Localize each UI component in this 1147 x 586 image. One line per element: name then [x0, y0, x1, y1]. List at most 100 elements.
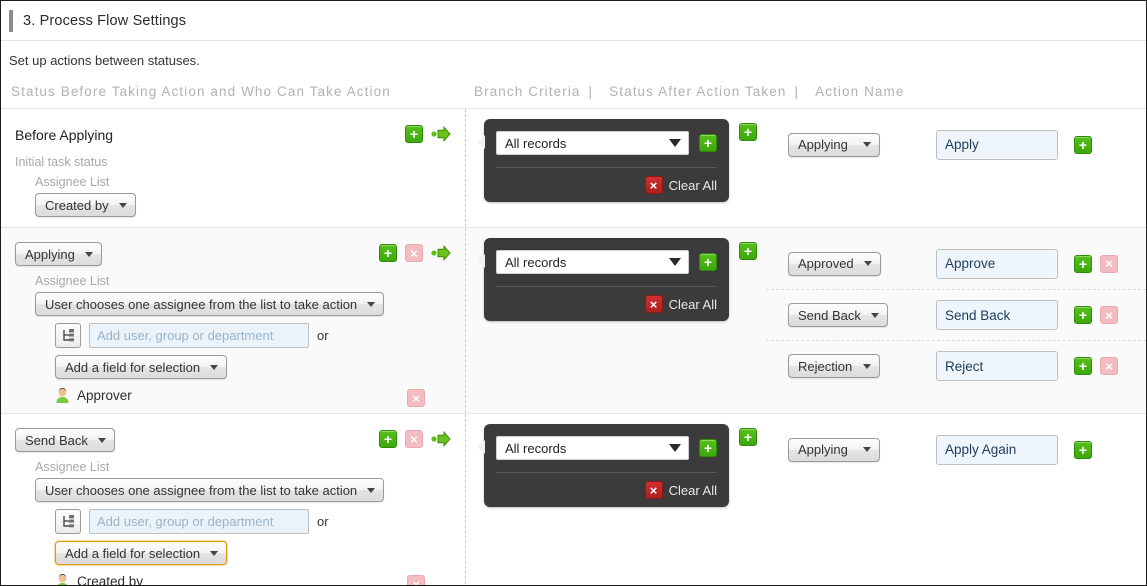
assignee-name: Approver — [77, 388, 132, 403]
org-tree-picker-button[interactable] — [55, 509, 81, 534]
add-field-for-selection-dropdown[interactable]: Add a field for selection — [55, 355, 228, 379]
clear-all-icon[interactable] — [644, 481, 663, 499]
branch-criteria-select[interactable]: All records — [496, 436, 689, 460]
clear-all-icon[interactable] — [644, 176, 663, 194]
add-status-button[interactable] — [379, 430, 397, 448]
status-after-dropdown-label: Applying — [798, 442, 848, 457]
status-after-cell: Rejection — [788, 354, 936, 378]
add-field-wrap: Add a field for selection — [1, 355, 465, 379]
assignee-search-input[interactable]: Add user, group or department — [89, 323, 309, 348]
delete-action-button — [1100, 357, 1118, 375]
column-header-separator-2: | — [794, 84, 800, 99]
add-action-button[interactable] — [1074, 440, 1092, 459]
assignee-mode-dropdown[interactable]: User chooses one assignee from the list … — [35, 292, 385, 316]
action-rows: Applying Apply Again — [766, 424, 1146, 475]
org-tree-icon — [62, 329, 74, 342]
status-before-dropdown[interactable]: Applying — [15, 242, 102, 266]
add-branch-button[interactable] — [739, 428, 757, 446]
status-before-line: Before Applying — [1, 121, 465, 149]
clear-all-button[interactable]: Clear All — [496, 481, 717, 499]
or-label: or — [317, 514, 329, 529]
branch-criteria-panel: All records Clear All — [477, 424, 729, 507]
clear-all-button[interactable]: Clear All — [496, 295, 717, 313]
branch-criteria-panel: All records Clear All — [477, 119, 729, 202]
status-row-controls — [379, 430, 451, 448]
status-before-dropdown-label: Applying — [25, 246, 75, 262]
branch-zone: All records Clear All — [466, 238, 766, 321]
assignee-list-label: Assignee List — [35, 175, 110, 189]
action-row: Approved Approve — [766, 238, 1146, 289]
add-status-button[interactable] — [379, 244, 397, 262]
branch-zone: All records Clear All — [466, 424, 766, 507]
status-before-line: Applying — [1, 240, 465, 268]
branch-panel-top: All records — [496, 436, 717, 460]
assignee-mode-dropdown[interactable]: User chooses one assignee from the list … — [35, 478, 385, 502]
branch-criteria-select[interactable]: All records — [496, 250, 689, 274]
status-after-cell: Applying — [788, 437, 936, 462]
or-label: or — [317, 328, 329, 343]
add-branch-criteria-button[interactable] — [699, 134, 717, 152]
action-name-input[interactable]: Send Back — [936, 300, 1058, 330]
clear-all-button[interactable]: Clear All — [496, 176, 717, 194]
go-to-arrow-icon[interactable] — [431, 430, 451, 448]
assignee-picker-line: Add user, group or department or — [1, 509, 465, 534]
branch-panel-divider — [496, 472, 717, 473]
status-before-dropdown-label: Send Back — [25, 432, 88, 448]
action-name-input[interactable]: Apply — [936, 129, 1058, 160]
chevron-down-icon — [210, 550, 219, 556]
action-row-controls — [1074, 135, 1092, 154]
section-title-bar: 3. Process Flow Settings — [1, 1, 1146, 41]
clear-all-icon[interactable] — [644, 295, 663, 313]
delete-action-button — [1100, 254, 1118, 273]
add-action-button[interactable] — [1074, 306, 1092, 324]
branch-criteria-select[interactable]: All records — [496, 131, 689, 155]
assignee-mode-dropdown-label: User chooses one assignee from the list … — [45, 482, 358, 498]
assignee-search-input[interactable]: Add user, group or department — [89, 509, 309, 534]
add-status-button[interactable] — [405, 125, 423, 143]
status-after-dropdown[interactable]: Rejection — [788, 354, 880, 378]
status-after-cell: Approved — [788, 251, 936, 276]
assignee-item: Created by — [1, 573, 465, 585]
chevron-down-icon — [367, 487, 376, 493]
add-branch-button[interactable] — [739, 123, 757, 141]
action-row-controls — [1074, 357, 1118, 375]
add-field-for-selection-dropdown-label: Add a field for selection — [65, 545, 201, 561]
add-action-button[interactable] — [1074, 254, 1092, 273]
go-to-arrow-icon[interactable] — [431, 125, 451, 143]
branch-panel-divider — [496, 167, 717, 168]
go-to-arrow-icon[interactable] — [431, 244, 451, 262]
org-tree-picker-button[interactable] — [55, 323, 81, 348]
status-after-dropdown-label: Send Back — [798, 307, 861, 323]
clear-all-label: Clear All — [668, 177, 717, 193]
add-branch-criteria-button[interactable] — [699, 253, 717, 271]
status-before-dropdown[interactable]: Send Back — [15, 428, 115, 452]
clear-all-label: Clear All — [668, 482, 717, 498]
assignee-mode-dropdown[interactable]: Created by — [35, 193, 136, 217]
status-before-column: Send Back Assignee List User chooses one a… — [1, 414, 466, 585]
flow-rows-container: Before Applying Initial task status Assign… — [1, 109, 1146, 585]
status-after-dropdown[interactable]: Applying — [788, 437, 880, 462]
action-name-input[interactable]: Apply Again — [936, 434, 1058, 465]
add-field-for-selection-dropdown[interactable]: Add a field for selection — [55, 541, 228, 565]
status-after-dropdown[interactable]: Applying — [788, 132, 880, 157]
chevron-down-icon — [669, 139, 681, 147]
add-action-button[interactable] — [1074, 135, 1092, 154]
add-branch-button[interactable] — [739, 242, 757, 260]
delete-action-button — [1100, 306, 1118, 324]
action-name-input[interactable]: Approve — [936, 248, 1058, 279]
assignee-mode-dropdown-label: Created by — [45, 197, 109, 213]
status-after-dropdown[interactable]: Send Back — [788, 303, 888, 327]
branch-panel-divider — [496, 286, 717, 287]
status-before-line: Send Back — [1, 426, 465, 454]
action-name-input[interactable]: Reject — [936, 351, 1058, 381]
status-row-controls — [379, 244, 451, 262]
status-row-controls — [405, 125, 451, 143]
add-branch-criteria-button[interactable] — [699, 439, 717, 457]
add-action-button[interactable] — [1074, 357, 1092, 375]
status-after-cell: Send Back — [788, 303, 936, 327]
remove-assignee-button — [407, 389, 425, 407]
action-row: Rejection Reject — [766, 340, 1146, 391]
status-after-dropdown[interactable]: Approved — [788, 251, 881, 276]
add-field-wrap: Add a field for selection — [1, 541, 465, 565]
action-row-controls — [1074, 254, 1118, 273]
